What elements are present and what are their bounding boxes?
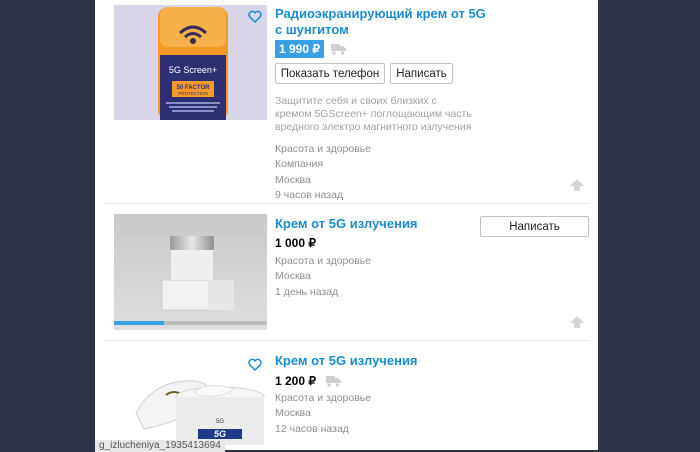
- listing-title[interactable]: Крем от 5G излучения: [275, 353, 418, 369]
- svg-text:PROTECTION: PROTECTION: [178, 91, 208, 96]
- raise-listing-arrow-icon[interactable]: [569, 315, 585, 329]
- description-line: Защитите себя и своих близких с: [275, 95, 437, 107]
- description-line: кремом 5GScreen+ поглощающим часть: [275, 108, 472, 120]
- listing-photo[interactable]: 5G 5G: [114, 351, 267, 450]
- listing-category: Красота и здоровье: [275, 143, 372, 155]
- listing-posted-time: 12 часов назад: [275, 422, 349, 435]
- favorite-heart-icon[interactable]: [248, 10, 262, 23]
- show-phone-button[interactable]: Показать телефон: [275, 63, 385, 84]
- delivery-truck-icon: [326, 376, 341, 387]
- listing-photo[interactable]: 5G Screen+ 50 FACTOR PROTECTION: [114, 5, 267, 120]
- listing-posted-time: 1 день назад: [275, 285, 339, 298]
- listing-description: Защитите себя и своих близких с кремом 5…: [275, 95, 490, 132]
- listing-meta: Красота и здоровье Москва 12 часов назад: [275, 391, 371, 437]
- listing-item[interactable]: Крем от 5G излучения 1 000 ₽ Написать Кр…: [95, 204, 598, 340]
- listing-seller-type: Компания: [275, 158, 324, 171]
- listing-item[interactable]: 5G Screen+ 50 FACTOR PROTECTION Радиоэкр…: [95, 0, 598, 203]
- listing-city: Москва: [275, 173, 311, 186]
- listing-city: Москва: [275, 407, 311, 420]
- write-button[interactable]: Написать: [390, 63, 453, 84]
- write-button[interactable]: Написать: [480, 216, 589, 237]
- listing-city: Москва: [275, 270, 311, 283]
- svg-text:5G: 5G: [214, 429, 226, 439]
- listing-category: Красота и здоровье: [275, 255, 372, 267]
- listing-meta: Красота и здоровье Компания Москва 9 час…: [275, 142, 371, 203]
- svg-text:5G Screen+: 5G Screen+: [169, 65, 217, 75]
- product-photo-cream-jar-5g: 5G 5G: [114, 351, 267, 450]
- listing-price: 1 200 ₽: [275, 374, 316, 388]
- listing-price: 1 000 ₽: [275, 236, 316, 250]
- favorite-heart-icon[interactable]: [248, 358, 262, 371]
- product-photo-cream-bottle: 5G Screen+ 50 FACTOR PROTECTION: [114, 5, 267, 120]
- listing-title[interactable]: Крем от 5G излучения: [275, 216, 418, 232]
- listing-category: Красота и здоровье: [275, 392, 372, 404]
- listing-photo[interactable]: [114, 214, 267, 330]
- listing-item[interactable]: 5G 5G Крем от 5G излучения 1 200 ₽ Красо…: [95, 341, 598, 450]
- browser-status-url: g_izlucheniya_1935413694: [95, 440, 225, 452]
- raise-listing-arrow-icon[interactable]: [569, 178, 585, 192]
- listing-posted-time: 9 часов назад: [275, 188, 344, 201]
- listing-title-line[interactable]: с шунгитом: [275, 22, 486, 38]
- svg-text:5G: 5G: [216, 419, 224, 425]
- listing-title-line[interactable]: Радиоэкранирующий крем от 5G: [275, 6, 486, 22]
- delivery-truck-icon: [331, 44, 346, 55]
- listing-meta: Красота и здоровье Москва 1 день назад: [275, 254, 371, 300]
- listing-page: 5G Screen+ 50 FACTOR PROTECTION Радиоэкр…: [95, 0, 598, 450]
- listing-price: 1 990 ₽: [275, 40, 324, 58]
- description-line: вредного электро магнитного излучения: [275, 121, 472, 132]
- listing-title[interactable]: Радиоэкранирующий крем от 5G с шунгитом: [275, 6, 486, 38]
- product-photo-cream-jar: [114, 214, 267, 330]
